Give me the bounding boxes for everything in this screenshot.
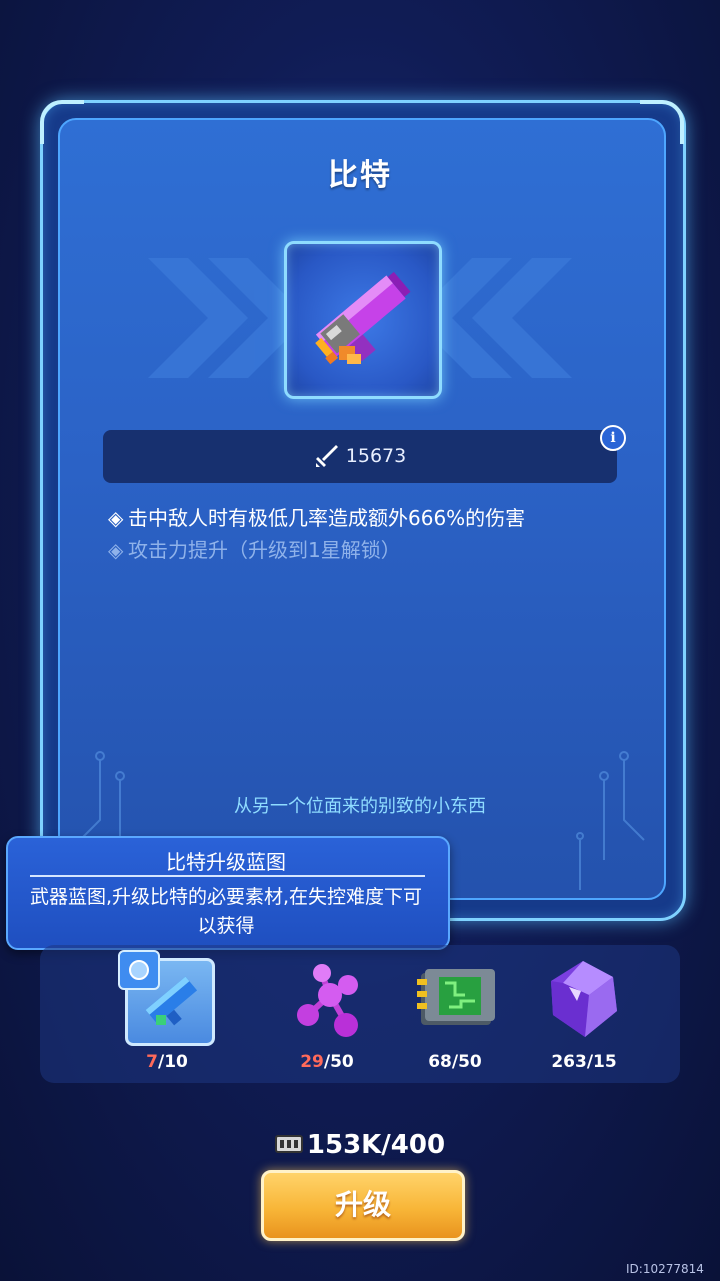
frame-corner-tr <box>640 100 684 144</box>
purple-gem-icon <box>551 961 617 1037</box>
perk-2: ◈ 攻击力提升（升级到1星解锁） <box>108 536 401 564</box>
perk-2-text: 攻击力提升（升级到1星解锁） <box>128 538 401 562</box>
material-slot-gem[interactable] <box>533 955 633 1047</box>
info-icon[interactable]: i <box>600 425 626 451</box>
purple-molecule-icon <box>297 964 358 1037</box>
tooltip-divider <box>30 875 425 877</box>
weapon-icon-box <box>284 241 442 399</box>
material-count-gem: 263/15 <box>551 1052 617 1072</box>
circuit-chip-icon <box>417 969 495 1025</box>
sword-icon <box>315 445 338 467</box>
material-count-chip: 68/50 <box>428 1052 482 1072</box>
frame-corner-tl <box>40 100 84 144</box>
diamond-bullet-icon: ◈ <box>108 538 124 562</box>
tooltip-title: 比特升级蓝图 <box>166 850 286 874</box>
pixel-gun-icon <box>315 271 411 365</box>
flavor-text: 从另一个位面来的别致的小东西 <box>234 796 486 817</box>
upgrade-button[interactable]: 升级 <box>261 1170 465 1241</box>
ticket-icon <box>274 1135 303 1153</box>
diamond-bullet-icon: ◈ <box>108 506 124 530</box>
blueprint-badge-icon <box>118 950 160 990</box>
attack-value: 15673 <box>345 445 407 467</box>
perk-1-text: 击中敌人时有极低几率造成额外666%的伤害 <box>128 506 526 530</box>
tooltip-description: 武器蓝图,升级比特的必要素材,在失控难度下可以获得 <box>29 886 423 937</box>
material-slot-chip[interactable] <box>405 955 505 1047</box>
material-slot-molecule[interactable] <box>278 955 378 1047</box>
perk-1: ◈ 击中敌人时有极低几率造成额外666%的伤害 <box>108 504 525 532</box>
upgrade-cost: 153K/400 <box>0 1130 720 1160</box>
player-id: ID:10277814 <box>626 1262 704 1276</box>
material-count-molecule: 29/50 <box>300 1052 354 1072</box>
material-count-blueprint: 7/10 <box>146 1052 188 1072</box>
cost-value: 153K/400 <box>306 1130 446 1160</box>
item-title: 比特 <box>328 158 392 193</box>
